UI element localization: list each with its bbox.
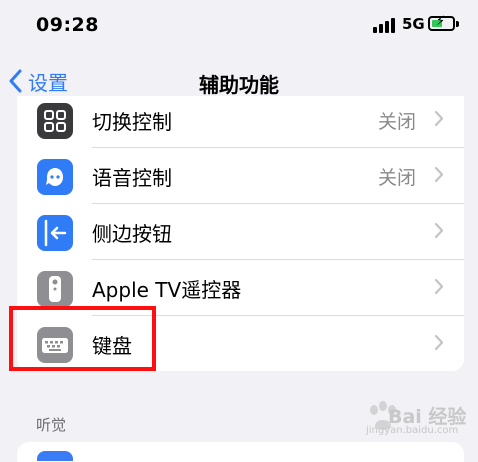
highlight-annotation: [9, 306, 156, 371]
row-switch-control[interactable]: 切换控制 关闭: [17, 96, 464, 148]
switch-control-icon: [37, 103, 73, 139]
row-side-button[interactable]: 侧边按钮: [17, 204, 464, 260]
row-value: 关闭: [377, 111, 416, 133]
tv-remote-icon: [37, 271, 73, 307]
row-voice-control[interactable]: 语音控制 关闭: [17, 148, 464, 204]
voice-control-icon: [37, 159, 73, 195]
charging-bolt-icon: ⚡: [436, 14, 446, 29]
chevron-right-icon: [434, 222, 444, 239]
status-time: 09:28: [36, 14, 99, 36]
battery-icon: ⚡: [428, 14, 455, 31]
chevron-right-icon: [434, 166, 444, 183]
status-bar: 09:28 5G ⚡: [0, 0, 478, 56]
watermark-url: jingyan.baidu.com: [366, 425, 459, 436]
row-label: 切换控制: [92, 110, 172, 134]
chevron-right-icon: [434, 110, 444, 127]
next-settings-card: [17, 442, 464, 462]
partial-row-icon: [37, 451, 73, 461]
side-button-icon: [37, 215, 73, 251]
section-header-hearing: 听觉: [36, 416, 67, 434]
cellular-signal-icon: [373, 17, 397, 33]
row-label: Apple TV遥控器: [92, 278, 242, 302]
row-value: 关闭: [377, 167, 416, 189]
chevron-right-icon: [434, 334, 444, 351]
network-type: 5G: [402, 15, 425, 33]
chevron-right-icon: [434, 278, 444, 295]
battery-tip: [456, 21, 459, 27]
row-label: 侧边按钮: [92, 222, 172, 246]
row-label: 语音控制: [92, 166, 172, 190]
page-title: 辅助功能: [199, 73, 279, 97]
